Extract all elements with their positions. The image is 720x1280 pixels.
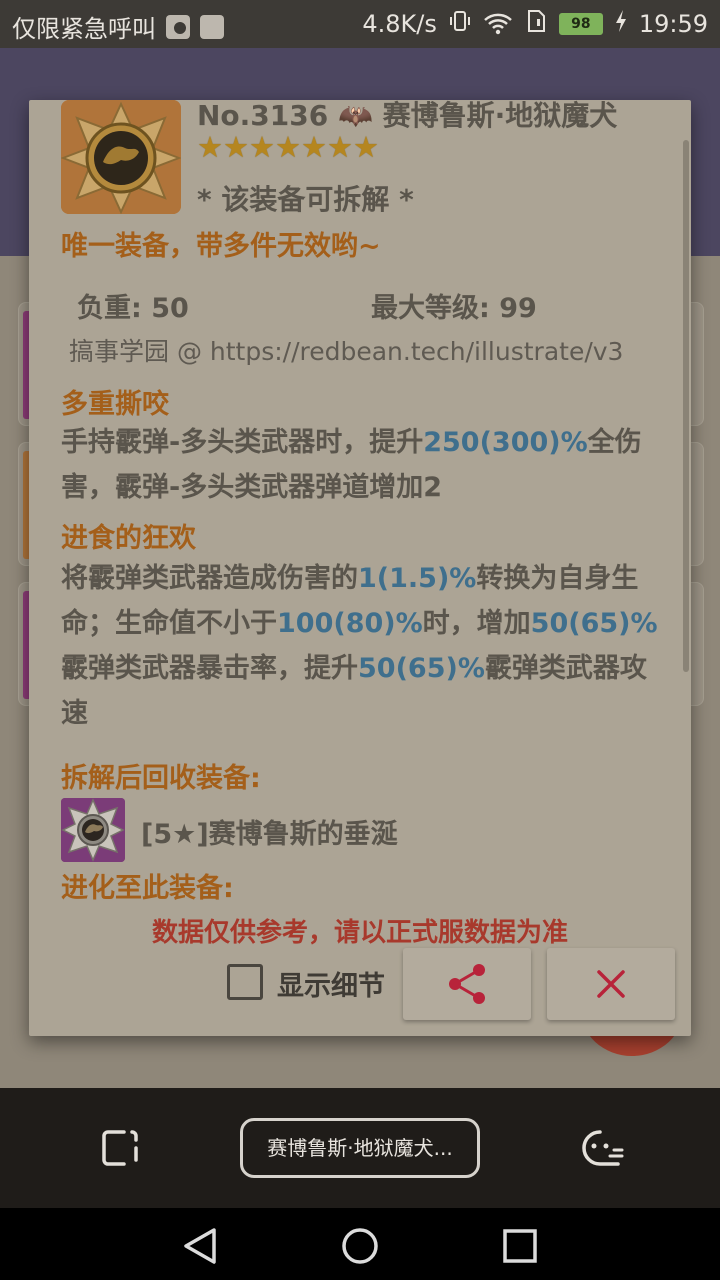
wifi-icon <box>483 13 513 35</box>
disclaimer: 数据仅供参考，请以正式服数据为准 <box>151 918 568 948</box>
clock: 19:59 <box>638 10 708 38</box>
scrollbar[interactable] <box>683 140 689 672</box>
vibrate-icon <box>449 9 471 39</box>
unique-note: 唯一装备，带多件无效哟~ <box>61 231 381 262</box>
current-item-chip[interactable]: 赛博鲁斯·地狱魔犬... <box>240 1118 480 1178</box>
back-icon[interactable] <box>180 1226 220 1270</box>
show-details-label[interactable]: 显示细节 <box>277 964 385 1003</box>
sim-icon <box>525 9 547 39</box>
system-nav-bar <box>0 1208 720 1280</box>
show-details-checkbox[interactable] <box>227 964 263 1000</box>
max-level-stat: 最大等级: 99 <box>371 293 537 324</box>
equipment-badge-icon <box>61 100 181 214</box>
status-bar: 仅限紧急呼叫 4.8K/s 98 19:59 <box>0 0 720 48</box>
skill-description: 手持霰弹-多头类武器时，提升250(300)%全伤害，霰弹-多头类武器弹道增加2 <box>61 427 642 503</box>
evolve-title: 进化至此装备: <box>61 873 234 904</box>
crop-icon[interactable] <box>100 1128 140 1172</box>
skill-description: 将霰弹类武器造成伤害的1(1.5)%转换为自身生命；生命值不小于100(80)%… <box>61 563 658 729</box>
charging-icon <box>615 9 627 39</box>
equipment-title: No.3136 🦇 赛博鲁斯·地狱魔犬 <box>197 100 618 132</box>
close-button[interactable] <box>547 948 675 1020</box>
dismantle-note: * 该装备可拆解 * <box>197 183 414 216</box>
carrier-label: 仅限紧急呼叫 <box>12 15 156 43</box>
home-icon[interactable] <box>340 1226 380 1270</box>
star-rating: ★★★★★★★ <box>197 130 379 164</box>
skill-title: 多重撕咬 <box>61 389 169 420</box>
recycle-item-label[interactable]: [5★]赛博鲁斯的垂涎 <box>141 812 398 851</box>
do-not-disturb-icon <box>166 14 190 39</box>
network-speed: 4.8K/s <box>362 10 437 38</box>
recycle-title: 拆解后回收装备: <box>61 763 261 794</box>
load-stat: 负重: 50 <box>77 293 189 324</box>
source-link[interactable]: 搞事学园 @ https://redbean.tech/illustrate/v… <box>69 332 623 368</box>
image-notification-icon <box>200 14 224 39</box>
skill-title: 进食的狂欢 <box>61 523 196 554</box>
recents-icon[interactable] <box>500 1226 540 1270</box>
chat-icon[interactable] <box>580 1128 624 1172</box>
bottom-bar: 赛博鲁斯·地狱魔犬... <box>0 1088 720 1208</box>
close-icon <box>597 970 625 998</box>
battery-indicator: 98 <box>558 13 603 35</box>
share-icon <box>449 964 485 1004</box>
equipment-detail-dialog: No.3136 🦇 赛博鲁斯·地狱魔犬 ★★★★★★★ * 该装备可拆解 * 唯… <box>29 100 691 1036</box>
recycle-item-icon[interactable] <box>61 798 125 862</box>
share-button[interactable] <box>403 948 531 1020</box>
